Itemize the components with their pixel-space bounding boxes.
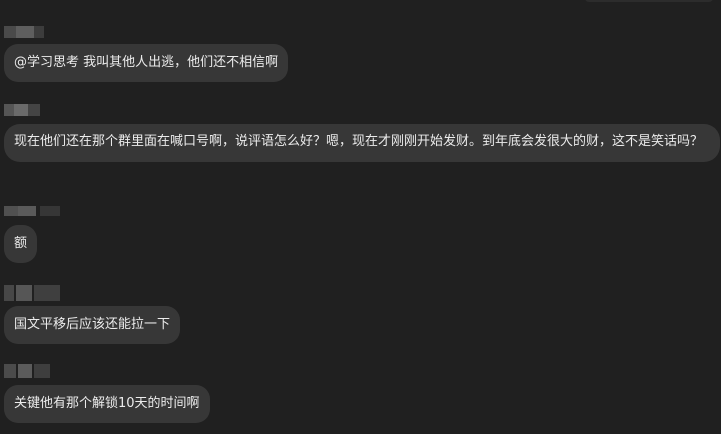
- sender-name-blurred: [4, 206, 64, 216]
- chat-message-list[interactable]: @学习思考 我叫其他人出逃，他们还不相信啊 现在他们还在那个群里面在喊口号啊，说…: [0, 0, 721, 434]
- sender-name-blurred: [4, 26, 64, 38]
- sender-name-blurred: [4, 285, 64, 301]
- message-bubble[interactable]: @学习思考 我叫其他人出逃，他们还不相信啊: [4, 44, 289, 82]
- message-bubble[interactable]: 关键他有那个解锁10天的时间啊: [4, 385, 210, 423]
- sender-name-blurred: [4, 104, 64, 116]
- sender-name-blurred: [4, 364, 64, 378]
- message-bubble[interactable]: 额: [4, 225, 38, 263]
- previous-message-edge: [585, 0, 713, 2]
- message-bubble[interactable]: 现在他们还在那个群里面在喊口号啊，说评语怎么好？嗯，现在才刚刚开始发财。到年底会…: [4, 124, 720, 162]
- message-bubble[interactable]: 国文平移后应该还能拉一下: [4, 306, 181, 344]
